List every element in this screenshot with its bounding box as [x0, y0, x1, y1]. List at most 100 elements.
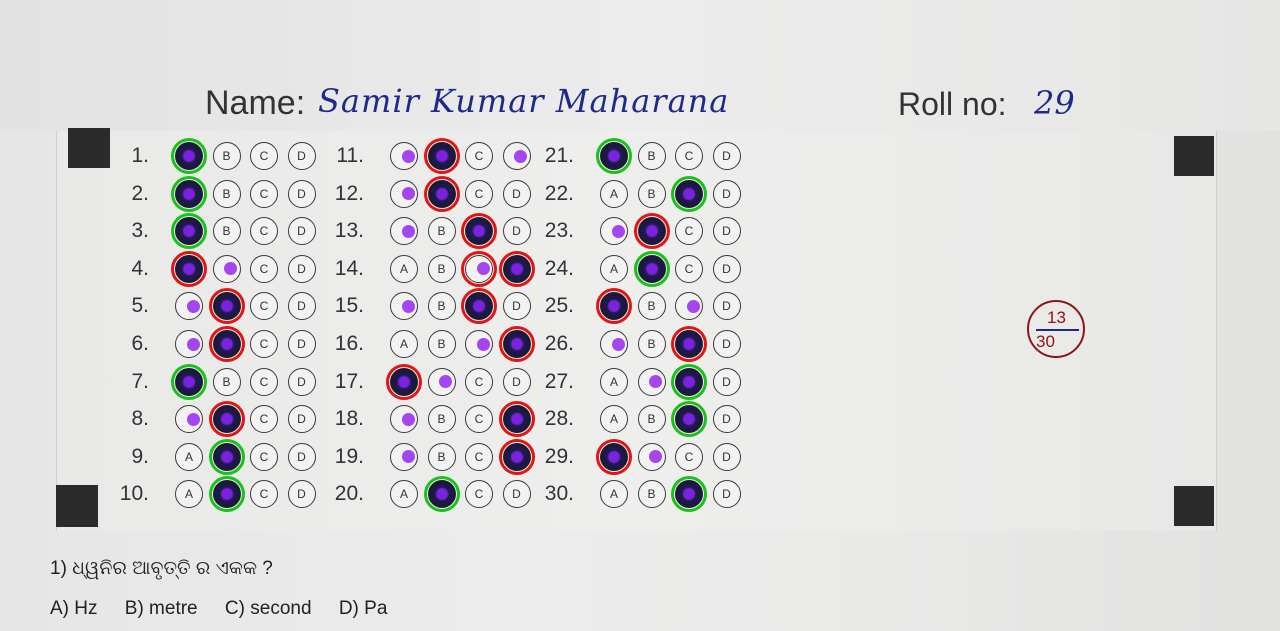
bubble-c[interactable]: C — [675, 217, 703, 246]
bubble-b[interactable]: B — [427, 330, 456, 358]
bubble-b[interactable]: B — [427, 367, 456, 396]
bubble-a[interactable]: A — [175, 330, 203, 358]
bubble-d[interactable]: D — [502, 330, 531, 358]
bubble-d[interactable]: D — [712, 179, 741, 208]
bubble-b[interactable]: B — [637, 254, 666, 283]
bubble-b[interactable]: B — [427, 179, 456, 208]
bubble-a[interactable]: A — [600, 217, 628, 246]
bubble-b[interactable]: B — [212, 442, 241, 471]
bubble-a[interactable]: A — [600, 254, 628, 283]
bubble-d[interactable]: D — [287, 480, 316, 509]
bubble-c[interactable]: C — [465, 142, 493, 170]
bubble-b[interactable]: B — [637, 142, 666, 170]
bubble-d[interactable]: D — [287, 217, 316, 246]
bubble-c[interactable]: C — [250, 480, 278, 509]
bubble-a[interactable]: A — [175, 217, 203, 246]
bubble-c[interactable]: C — [250, 367, 278, 396]
bubble-c[interactable]: C — [250, 179, 278, 208]
bubble-d[interactable]: D — [287, 254, 316, 283]
bubble-c[interactable]: C — [250, 254, 278, 283]
bubble-d[interactable]: D — [502, 367, 531, 396]
bubble-b[interactable]: B — [427, 292, 456, 321]
bubble-a[interactable]: A — [390, 405, 418, 434]
bubble-c[interactable]: C — [465, 442, 493, 471]
bubble-c[interactable]: C — [250, 405, 278, 434]
bubble-d[interactable]: D — [287, 179, 316, 208]
bubble-a[interactable]: A — [390, 254, 418, 283]
bubble-b[interactable]: B — [427, 442, 456, 471]
bubble-a[interactable]: A — [600, 480, 628, 509]
bubble-a[interactable]: A — [600, 142, 628, 170]
bubble-c[interactable]: C — [465, 405, 493, 434]
bubble-d[interactable]: D — [502, 442, 531, 471]
bubble-c[interactable]: C — [250, 292, 278, 321]
bubble-a[interactable]: A — [175, 480, 203, 509]
bubble-c[interactable]: C — [675, 292, 703, 321]
bubble-d[interactable]: D — [712, 405, 741, 434]
bubble-b[interactable]: B — [212, 217, 241, 246]
bubble-b[interactable]: B — [212, 292, 241, 321]
bubble-d[interactable]: D — [287, 367, 316, 396]
bubble-b[interactable]: B — [212, 142, 241, 170]
bubble-a[interactable]: A — [175, 442, 203, 471]
bubble-b[interactable]: B — [427, 217, 456, 246]
bubble-a[interactable]: A — [175, 179, 203, 208]
bubble-d[interactable]: D — [287, 292, 316, 321]
bubble-d[interactable]: D — [712, 367, 741, 396]
bubble-c[interactable]: C — [675, 254, 703, 283]
bubble-a[interactable]: A — [175, 405, 203, 434]
bubble-d[interactable]: D — [502, 217, 531, 246]
bubble-a[interactable]: A — [600, 292, 628, 321]
bubble-b[interactable]: B — [212, 480, 241, 509]
bubble-a[interactable]: A — [600, 179, 628, 208]
bubble-d[interactable]: D — [287, 142, 316, 170]
bubble-d[interactable]: D — [502, 254, 531, 283]
bubble-a[interactable]: A — [390, 330, 418, 358]
bubble-a[interactable]: A — [175, 142, 203, 170]
bubble-c[interactable]: C — [675, 179, 703, 208]
bubble-a[interactable]: A — [600, 367, 628, 396]
bubble-d[interactable]: D — [502, 480, 531, 509]
bubble-d[interactable]: D — [502, 142, 531, 170]
bubble-b[interactable]: B — [637, 217, 666, 246]
bubble-b[interactable]: B — [212, 330, 241, 358]
bubble-a[interactable]: A — [175, 292, 203, 321]
bubble-c[interactable]: C — [675, 330, 703, 358]
bubble-b[interactable]: B — [637, 292, 666, 321]
bubble-a[interactable]: A — [390, 367, 418, 396]
bubble-c[interactable]: C — [465, 367, 493, 396]
bubble-c[interactable]: C — [250, 330, 278, 358]
bubble-d[interactable]: D — [502, 405, 531, 434]
bubble-c[interactable]: C — [465, 179, 493, 208]
bubble-d[interactable]: D — [712, 142, 741, 170]
bubble-b[interactable]: B — [427, 405, 456, 434]
bubble-b[interactable]: B — [637, 442, 666, 471]
bubble-d[interactable]: D — [712, 292, 741, 321]
bubble-c[interactable]: C — [675, 442, 703, 471]
bubble-c[interactable]: C — [250, 442, 278, 471]
bubble-b[interactable]: B — [212, 405, 241, 434]
bubble-b[interactable]: B — [637, 480, 666, 509]
bubble-d[interactable]: D — [712, 217, 741, 246]
bubble-c[interactable]: C — [675, 142, 703, 170]
bubble-b[interactable]: B — [637, 405, 666, 434]
bubble-d[interactable]: D — [287, 330, 316, 358]
bubble-a[interactable]: A — [390, 179, 418, 208]
bubble-c[interactable]: C — [465, 292, 493, 321]
bubble-c[interactable]: C — [250, 142, 278, 170]
bubble-a[interactable]: A — [390, 480, 418, 509]
bubble-a[interactable]: A — [600, 405, 628, 434]
bubble-b[interactable]: B — [427, 142, 456, 170]
bubble-a[interactable]: A — [600, 442, 628, 471]
bubble-b[interactable]: B — [212, 367, 241, 396]
bubble-d[interactable]: D — [502, 292, 531, 321]
bubble-d[interactable]: D — [712, 330, 741, 358]
bubble-d[interactable]: D — [712, 442, 741, 471]
bubble-b[interactable]: B — [427, 480, 456, 509]
bubble-b[interactable]: B — [212, 254, 241, 283]
bubble-c[interactable]: C — [675, 405, 703, 434]
bubble-d[interactable]: D — [287, 442, 316, 471]
bubble-b[interactable]: B — [637, 179, 666, 208]
bubble-a[interactable]: A — [390, 292, 418, 321]
bubble-c[interactable]: C — [465, 254, 493, 283]
